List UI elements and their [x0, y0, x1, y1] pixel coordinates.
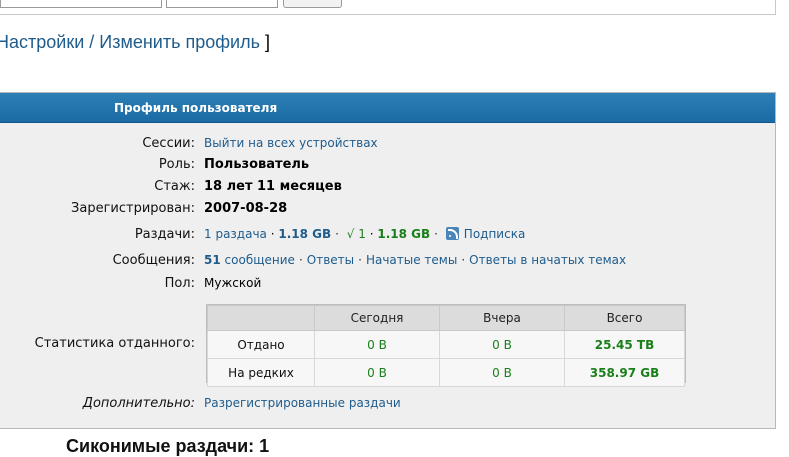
stats-header-row: Сегодня Вчера Всего: [207, 305, 685, 331]
gender-value: Мужской: [204, 276, 262, 290]
seeding-count: √ 1: [346, 227, 366, 241]
registered-value: 2007-08-28: [204, 201, 288, 216]
stats-header-yesterday: Вчера: [439, 305, 565, 331]
registered-label: Зарегистрирован:: [71, 201, 195, 216]
dot-separator: ·: [461, 253, 466, 267]
messages-link[interactable]: сообщение: [225, 253, 295, 267]
bottom-heading: Сиконимые раздачи: 1: [66, 436, 270, 456]
top-toolbar: [0, 0, 776, 15]
total-value: 358.97 GB: [564, 358, 685, 387]
upload-stats-label: Статистика отданного:: [34, 336, 195, 351]
breadcrumb: Настройки / Изменить профиль ]: [0, 32, 270, 53]
distributions-size: 1.18 GB: [278, 227, 332, 241]
role-label: Роль:: [158, 157, 195, 172]
stats-header-empty: [207, 305, 315, 331]
yesterday-value: 0 B: [439, 330, 565, 359]
seeding-size: 1.18 GB: [377, 227, 431, 241]
answers-in-started-topics-link[interactable]: Ответы в начатых темах: [469, 253, 626, 267]
distributions-count-link[interactable]: 1 раздача: [204, 227, 267, 241]
row-label: Отдано: [207, 330, 315, 359]
search-input[interactable]: [0, 0, 162, 8]
breadcrumb-settings-link[interactable]: Настройки: [0, 32, 84, 52]
distributions-label: Раздачи:: [134, 227, 195, 242]
search-button[interactable]: [283, 0, 342, 8]
messages-label: Сообщения:: [112, 253, 195, 268]
unregistered-distributions-link[interactable]: Разрегистрированные раздачи: [204, 396, 401, 410]
gender-label: Пол:: [164, 276, 195, 291]
stats-header-total: Всего: [564, 305, 685, 331]
panel-header: Профиль пользователя: [0, 93, 775, 123]
subscription-link[interactable]: Подписка: [464, 227, 526, 241]
panel-title: Профиль пользователя: [114, 101, 278, 115]
logout-all-devices-link[interactable]: Выйти на всех устройствах: [204, 136, 378, 150]
breadcrumb-edit-profile-link[interactable]: Изменить профиль: [99, 32, 260, 52]
search-select[interactable]: [166, 0, 278, 8]
table-row: Отдано 0 B 0 B 25.45 TB: [207, 330, 685, 359]
messages-count[interactable]: 51: [204, 253, 221, 267]
dot-separator: ·: [358, 253, 362, 267]
messages-value: 51 сообщение · Ответы · Начатые темы · Ответы …: [204, 253, 626, 267]
dot-separator: ·: [434, 227, 438, 241]
stats-header-today: Сегодня: [314, 305, 440, 331]
extra-label: Дополнительно:: [82, 396, 195, 411]
profile-panel: Профиль пользователя Сессии: Выйти на вс…: [0, 92, 776, 429]
row-label: На редких: [207, 358, 315, 387]
sessions-label: Сессии:: [142, 136, 195, 151]
total-value: 25.45 TB: [564, 330, 685, 359]
middot: ·: [365, 227, 378, 241]
middot: ·: [266, 227, 279, 241]
answers-link[interactable]: Ответы: [307, 253, 354, 267]
breadcrumb-separator: /: [84, 32, 100, 52]
tenure-value: 18 лет 11 месяцев: [204, 179, 342, 194]
table-row: На редких 0 B 0 B 358.97 GB: [207, 358, 685, 387]
dot-separator: ·: [298, 253, 303, 267]
rss-icon: [445, 227, 459, 240]
today-value: 0 B: [314, 358, 440, 387]
breadcrumb-bracket: ]: [260, 32, 271, 52]
yesterday-value: 0 B: [439, 358, 565, 387]
tenure-label: Стаж:: [154, 179, 195, 194]
dot-separator: ·: [335, 227, 339, 241]
upload-stats-table: Сегодня Вчера Всего Отдано 0 B 0 B 25.45…: [206, 304, 686, 387]
distributions-value: 1 раздача · 1.18 GB · √ 1 · 1.18 GB · Подп…: [204, 227, 525, 241]
role-value: Пользователь: [204, 157, 310, 172]
toolbar-edge: [775, 0, 776, 14]
started-topics-link[interactable]: Начатые темы: [366, 253, 457, 267]
today-value: 0 B: [314, 330, 440, 359]
